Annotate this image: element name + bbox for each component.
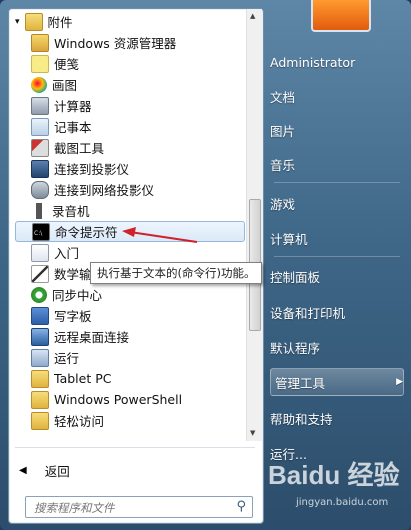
annotation-arrow-line bbox=[129, 231, 198, 243]
annotation-arrow-head bbox=[122, 227, 136, 237]
start-menu: ▾ 附件 Windows 资源管理器 便笺 画图 计算器 记事本 截图工具 连接… bbox=[0, 0, 411, 530]
annotation-arrow bbox=[122, 227, 198, 243]
